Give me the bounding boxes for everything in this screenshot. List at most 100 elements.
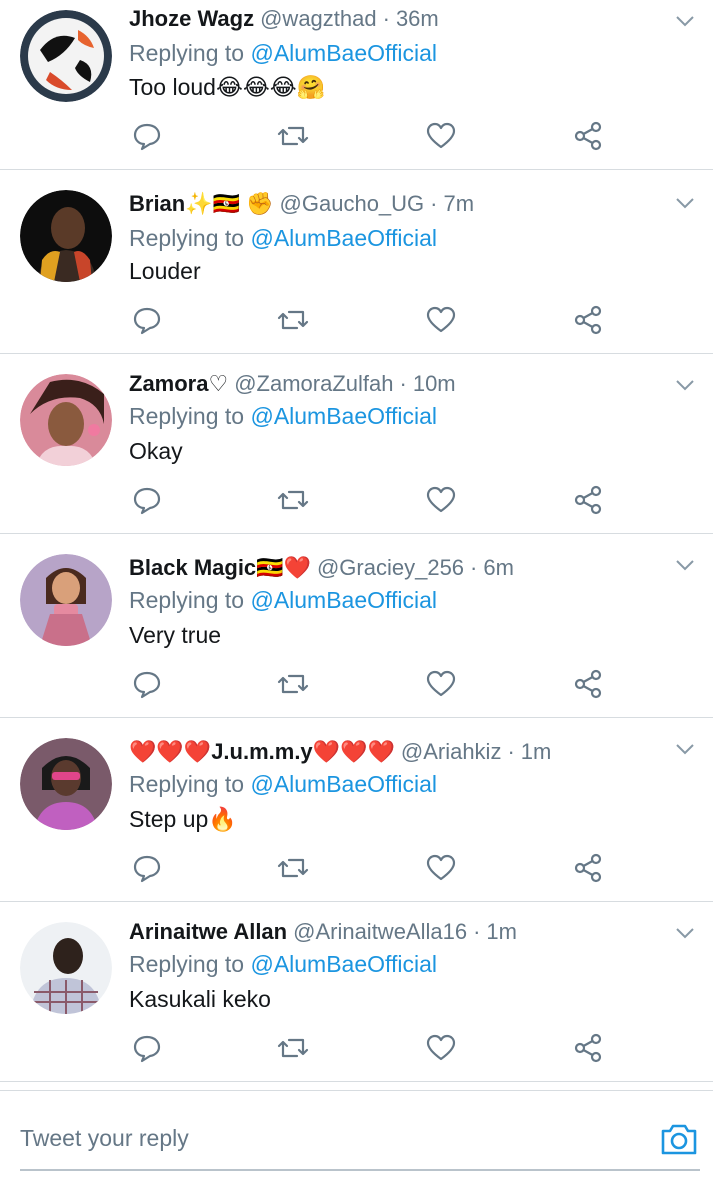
person-avatar-icon [20,922,112,1014]
tweet-header: Jhoze Wagz @wagzthad · 36m [129,4,439,34]
name-emoji: ✨🇺🇬 ✊ [185,191,274,216]
timestamp[interactable]: 7m [444,191,475,216]
replying-to-line: Replying to @AlumBaeOfficial [129,38,437,68]
like-button[interactable] [425,304,457,336]
replying-to-line: Replying to @AlumBaeOfficial [129,949,437,979]
name-emoji: ♡ [208,371,229,396]
reply-tweet[interactable]: Black Magic🇺🇬❤️ @Graciey_256 · 6m Replying … [0,534,713,718]
share-button[interactable] [572,120,604,152]
tweet-actions [0,664,713,704]
reply-icon [133,123,161,151]
like-button[interactable] [425,852,457,884]
mention-link[interactable]: @AlumBaeOfficial [250,40,437,66]
timestamp[interactable]: 10m [413,371,456,396]
share-button[interactable] [572,484,604,516]
replying-label: Replying to [129,225,245,251]
retweet-button[interactable] [277,852,309,884]
timestamp[interactable]: 6m [483,555,514,580]
retweet-button[interactable] [277,304,309,336]
display-name[interactable]: Zamora [129,371,208,396]
reply-tweet[interactable]: Zamora♡ @ZamoraZulfah · 10m Replying to @Al… [0,354,713,534]
reply-tweet[interactable]: Brian✨🇺🇬 ✊ @Gaucho_UG · 7m Replying to @Alu… [0,170,713,354]
tweet-header: ❤️❤️❤️J.u.m.m.y❤️❤️❤️ @Ariahkiz · 1m [129,737,551,767]
mention-link[interactable]: @AlumBaeOfficial [250,771,437,797]
display-name[interactable]: Black Magic [129,555,256,580]
retweet-button[interactable] [277,668,309,700]
handle[interactable]: @Gaucho_UG [280,191,425,216]
tweet-header: Arinaitwe Allan @ArinaitweAlla16 · 1m [129,917,517,947]
avatar[interactable] [20,738,112,830]
timestamp[interactable]: 36m [396,6,439,31]
reply-button[interactable] [131,304,163,336]
reply-icon [133,671,161,699]
mention-link[interactable]: @AlumBaeOfficial [250,225,437,251]
chevron-down-icon[interactable] [675,378,695,392]
share-button[interactable] [572,852,604,884]
chevron-down-icon[interactable] [675,14,695,28]
like-button[interactable] [425,668,457,700]
avatar[interactable] [20,922,112,1014]
tweet-text: Very true [129,622,222,648]
reply-button[interactable] [131,120,163,152]
display-name[interactable]: Jhoze Wagz [129,6,254,31]
retweet-button[interactable] [277,1032,309,1064]
tweet-header: Black Magic🇺🇬❤️ @Graciey_256 · 6m [129,553,514,583]
share-button[interactable] [572,668,604,700]
tweet-header: Brian✨🇺🇬 ✊ @Gaucho_UG · 7m [129,189,474,219]
retweet-icon [277,490,309,510]
reply-button[interactable] [131,852,163,884]
mention-link[interactable]: @AlumBaeOfficial [250,587,437,613]
like-button[interactable] [425,120,457,152]
reply-tweet[interactable]: ❤️❤️❤️J.u.m.m.y❤️❤️❤️ @Ariahkiz · 1m Replyi… [0,718,713,902]
mention-link[interactable]: @AlumBaeOfficial [250,403,437,429]
timestamp[interactable]: 1m [521,739,552,764]
handle[interactable]: @wagzthad [260,6,377,31]
chevron-down-icon[interactable] [675,742,695,756]
replying-label: Replying to [129,771,245,797]
chevron-down-icon[interactable] [675,196,695,210]
handle[interactable]: @Graciey_256 [317,555,464,580]
retweet-button[interactable] [277,484,309,516]
reply-composer: Tweet your reply [0,1090,713,1181]
like-button[interactable] [425,484,457,516]
mention-link[interactable]: @AlumBaeOfficial [250,951,437,977]
reply-icon [133,307,161,335]
reply-tweet[interactable]: Jhoze Wagz @wagzthad · 36m Replying to @Alu… [0,0,713,170]
replying-label: Replying to [129,40,245,66]
display-name[interactable]: J.u.m.m.y [211,739,312,764]
share-icon [574,305,602,335]
tweet-actions [0,300,713,340]
reply-tweet[interactable]: Arinaitwe Allan @ArinaitweAlla16 · 1m Reply… [0,902,713,1082]
share-button[interactable] [572,1032,604,1064]
retweet-button[interactable] [277,120,309,152]
avatar[interactable] [20,374,112,466]
display-name[interactable]: Arinaitwe Allan [129,919,287,944]
reply-icon [133,855,161,883]
handle[interactable]: @ZamoraZulfah [234,371,393,396]
camera-icon[interactable] [659,1119,699,1159]
handle[interactable]: @ArinaitweAlla16 [293,919,467,944]
person-avatar-icon [20,190,112,282]
chevron-down-icon[interactable] [675,926,695,940]
heart-icon [426,1034,456,1061]
reply-button[interactable] [131,1032,163,1064]
heart-icon [426,854,456,881]
chevron-down-icon[interactable] [675,558,695,572]
avatar[interactable] [20,190,112,282]
timestamp[interactable]: 1m [486,919,517,944]
separator-dot: · [473,919,481,944]
avatar[interactable] [20,10,112,102]
heart-icon [426,306,456,333]
like-button[interactable] [425,1032,457,1064]
share-icon [574,121,602,151]
reply-button[interactable] [131,484,163,516]
reply-icon [133,487,161,515]
handle[interactable]: @Ariahkiz [401,739,502,764]
share-button[interactable] [572,304,604,336]
share-icon [574,1033,602,1063]
avatar[interactable] [20,554,112,646]
reply-input[interactable]: Tweet your reply [20,1121,600,1155]
reply-button[interactable] [131,668,163,700]
heart-icon [426,122,456,149]
display-name[interactable]: Brian [129,191,185,216]
